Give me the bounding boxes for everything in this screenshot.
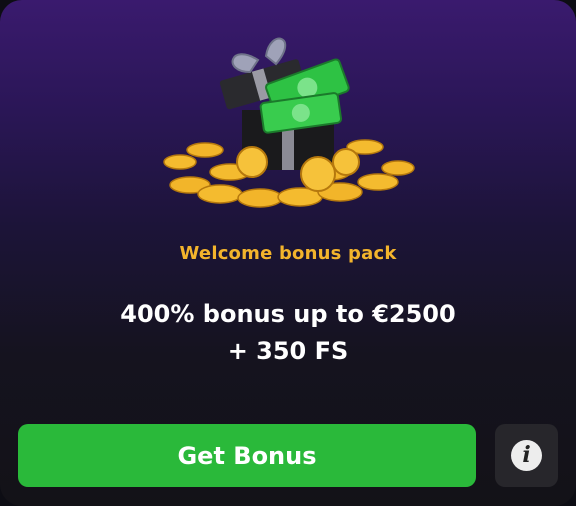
get-bonus-button[interactable]: Get Bonus [18,424,476,487]
offer-headline: 400% bonus up to €2500 + 350 FS [0,296,576,370]
offer-headline-line1: 400% bonus up to €2500 [120,300,456,328]
offer-headline-line2: + 350 FS [227,337,349,365]
info-button[interactable]: i [495,424,558,487]
offer-subtitle: Welcome bonus pack [179,243,397,264]
gift-box-with-coins-icon [163,37,415,208]
bonus-card: Welcome bonus pack 400% bonus up to €250… [0,0,576,506]
info-icon: i [511,440,542,471]
